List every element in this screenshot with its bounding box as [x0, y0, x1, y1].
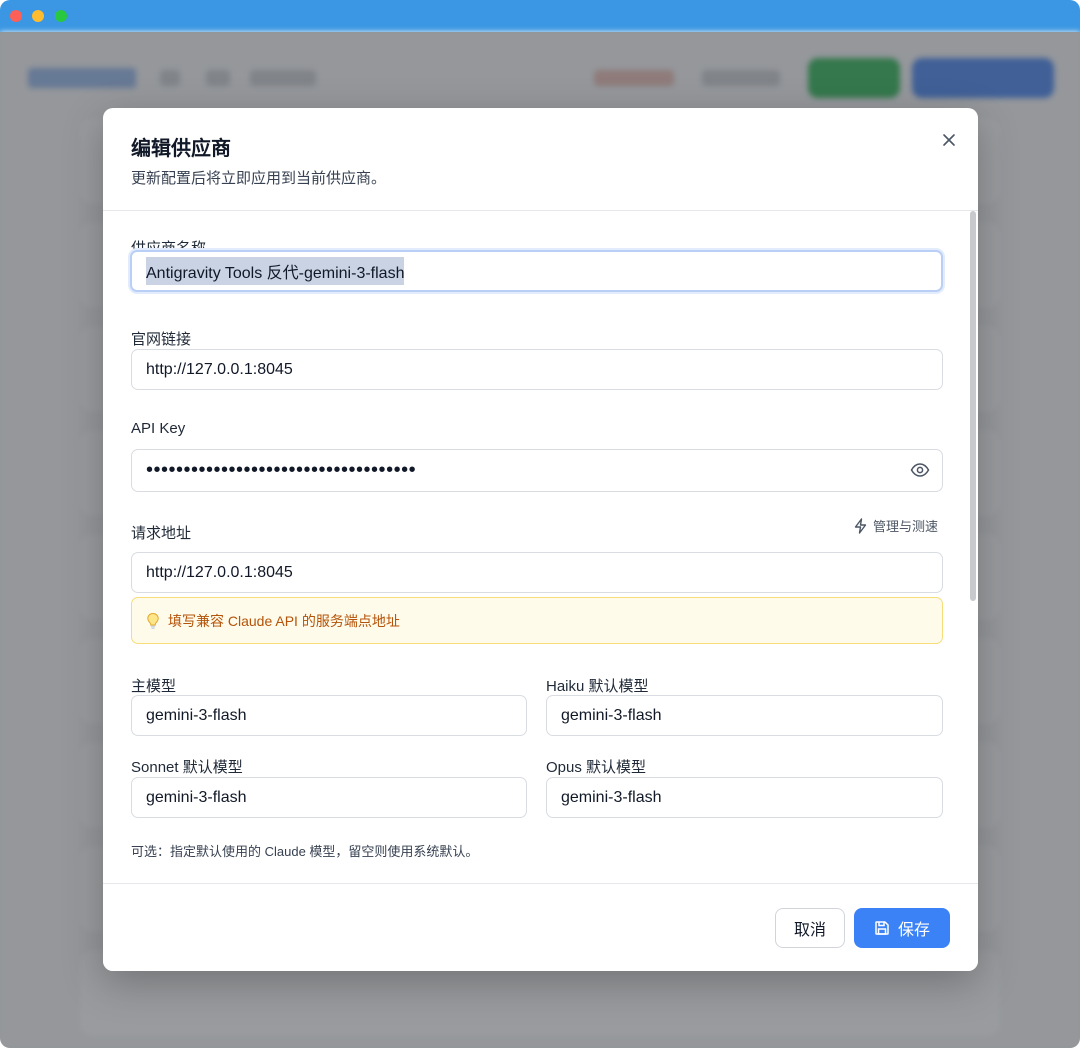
dialog-subtitle: 更新配置后将立即应用到当前供应商。: [131, 170, 387, 187]
edit-provider-dialog: 编辑供应商 更新配置后将立即应用到当前供应商。 供应商名称 Antigravit…: [103, 108, 978, 971]
lightning-icon: [854, 517, 867, 534]
haiku-model-input[interactable]: gemini-3-flash: [546, 695, 943, 736]
request-url-input[interactable]: http://127.0.0.1:8045: [131, 552, 943, 593]
request-url-label: 请求地址: [131, 525, 192, 542]
title-bar: [0, 0, 1080, 32]
main-model-value: gemini-3-flash: [146, 706, 247, 724]
main-model-label: 主模型: [131, 678, 177, 695]
endpoint-hint: 填写兼容 Claude API 的服务端点地址: [131, 597, 943, 644]
save-label: 保存: [897, 922, 930, 939]
website-value: http://127.0.0.1:8045: [146, 360, 293, 378]
model-note: 可选：指定默认使用的 Claude 模型，留空则使用系统默认。: [131, 844, 479, 859]
request-url-value: http://127.0.0.1:8045: [146, 563, 293, 581]
haiku-model-value: gemini-3-flash: [561, 706, 662, 724]
close-window-button[interactable]: [10, 10, 22, 22]
api-key-value: ••••••••••••••••••••••••••••••••••••: [146, 459, 417, 481]
dialog-footer: 取消 保存: [103, 883, 978, 971]
sonnet-model-label: Sonnet 默认模型: [131, 759, 243, 776]
website-input[interactable]: http://127.0.0.1:8045: [131, 349, 943, 390]
cancel-button[interactable]: 取消: [775, 908, 845, 948]
close-dialog-button[interactable]: [935, 126, 963, 154]
haiku-model-label: Haiku 默认模型: [546, 678, 649, 695]
sonnet-model-value: gemini-3-flash: [146, 788, 247, 806]
manage-speedtest-link[interactable]: 管理与测速: [853, 516, 938, 535]
minimize-window-button[interactable]: [32, 10, 44, 22]
lightbulb-icon: [147, 612, 159, 629]
api-key-label: API Key: [131, 420, 186, 437]
opus-model-value: gemini-3-flash: [561, 788, 662, 806]
dialog-scrollbar[interactable]: [970, 211, 976, 601]
sonnet-model-input[interactable]: gemini-3-flash: [131, 777, 527, 818]
api-key-input[interactable]: ••••••••••••••••••••••••••••••••••••: [131, 449, 943, 492]
save-button[interactable]: 保存: [854, 908, 950, 948]
opus-model-label: Opus 默认模型: [546, 759, 647, 776]
provider-name-value: Antigravity Tools 反代-gemini-3-flash: [146, 257, 405, 285]
opus-model-input[interactable]: gemini-3-flash: [546, 777, 943, 818]
manage-speedtest-label: 管理与测速: [873, 519, 939, 534]
app-window: 编辑供应商 更新配置后将立即应用到当前供应商。 供应商名称 Antigravit…: [0, 0, 1080, 1048]
close-icon: [943, 134, 955, 146]
zoom-window-button[interactable]: [55, 10, 67, 22]
website-label: 官网链接: [131, 331, 192, 348]
provider-name-input[interactable]: Antigravity Tools 反代-gemini-3-flash: [130, 250, 943, 292]
eye-icon[interactable]: [910, 462, 930, 478]
save-icon: [875, 921, 889, 935]
dialog-header: 编辑供应商 更新配置后将立即应用到当前供应商。: [103, 108, 978, 211]
main-model-input[interactable]: gemini-3-flash: [131, 695, 527, 736]
dialog-title: 编辑供应商: [131, 138, 231, 160]
dialog-body[interactable]: 供应商名称 Antigravity Tools 反代-gemini-3-flas…: [103, 211, 978, 883]
endpoint-hint-text: 填写兼容 Claude API 的服务端点地址: [168, 612, 400, 629]
